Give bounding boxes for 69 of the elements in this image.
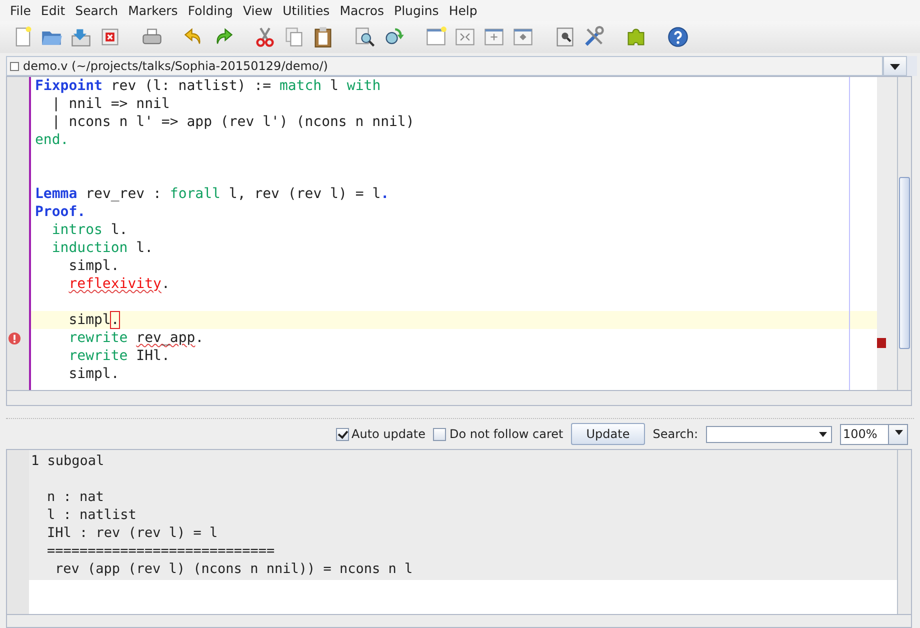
copy-icon[interactable] <box>283 26 305 48</box>
hypothesis-text: IHl : rev (rev l) = l <box>47 525 218 541</box>
menu-item[interactable]: Macros <box>340 3 384 18</box>
caret-text: . <box>110 312 120 328</box>
goal-text: rev (app (rev l) (ncons n nnil)) = ncons n l <box>55 561 413 577</box>
error-icon <box>8 332 20 344</box>
window-icon[interactable] <box>454 26 476 48</box>
code-text: rev (l: natlist) := <box>110 78 272 94</box>
code-text: simpl. <box>68 258 120 274</box>
subgoal-count: 1 subgoal <box>31 453 104 469</box>
tactic-text: with <box>346 78 381 94</box>
menu-item[interactable]: Folding <box>188 3 233 18</box>
tactic-text: forall <box>170 186 220 202</box>
code-text: l. <box>136 240 154 256</box>
tactic-text: intros <box>52 222 102 238</box>
misspelled-text: rev_app <box>136 330 196 346</box>
buffer-dropdown[interactable]: demo.v (~/projects/talks/Sophia-20150129/demo/) <box>6 56 883 76</box>
menu-item[interactable]: Plugins <box>394 3 439 18</box>
tools-icon[interactable] <box>583 26 605 48</box>
menu-item[interactable]: Help <box>448 3 478 18</box>
keyword-text: . <box>380 186 390 202</box>
code-text: | ncons n l' => app (rev l') (ncons n nnil) <box>52 114 414 130</box>
menu-item[interactable]: Edit <box>40 3 66 18</box>
document-search-icon[interactable] <box>554 26 576 48</box>
code-text: | nnil => nnil <box>52 96 170 112</box>
menu-item[interactable]: Markers <box>128 3 178 18</box>
keyword-text: Lemma <box>35 186 78 202</box>
error-text: reflexivity <box>68 276 162 292</box>
code-text: l. <box>110 222 128 238</box>
tactic-text: end. <box>35 132 69 148</box>
tactic-text: match <box>279 78 322 94</box>
hypothesis-text: n : nat <box>47 489 104 505</box>
separator-line: ============================ <box>47 543 275 559</box>
vertical-scrollbar[interactable] <box>897 77 911 390</box>
keyword-text: Fixpoint <box>35 78 102 94</box>
vertical-scrollbar[interactable] <box>897 450 911 614</box>
new-window-icon[interactable] <box>425 26 447 48</box>
zoom-dropdown[interactable]: 100% <box>840 424 908 444</box>
follow-caret-checkbox[interactable]: Do not follow caret <box>433 427 564 441</box>
menu-item[interactable]: View <box>242 3 273 18</box>
window-icon[interactable] <box>483 26 505 48</box>
close-icon[interactable] <box>99 26 121 48</box>
horizontal-scrollbar[interactable] <box>6 614 912 628</box>
code-text: simpl <box>68 312 111 328</box>
code-text: . <box>161 276 170 292</box>
update-button[interactable]: Update <box>571 423 645 445</box>
scissors-icon[interactable] <box>254 26 276 48</box>
clipboard-icon[interactable] <box>312 26 334 48</box>
code-text: l, rev (rev l) = l <box>228 186 381 202</box>
hypothesis-text: l : natlist <box>47 507 136 523</box>
code-text: simpl. <box>68 366 120 382</box>
menu-item[interactable]: File <box>10 3 31 18</box>
menu-item[interactable]: Utilities <box>282 3 330 18</box>
help-icon[interactable] <box>667 26 689 48</box>
tactic-text: rewrite <box>68 348 128 364</box>
auto-update-checkbox[interactable]: Auto update <box>336 427 426 441</box>
search-dropdown[interactable] <box>706 426 832 442</box>
code-text: rev_rev : <box>86 186 162 202</box>
code-text: . <box>195 330 204 346</box>
tactic-text: induction <box>52 240 128 256</box>
keyword-text: Proof. <box>35 204 86 220</box>
puzzle-icon[interactable] <box>625 26 647 48</box>
window-icon[interactable] <box>512 26 534 48</box>
code-text: l <box>330 78 340 94</box>
tactic-text: rewrite <box>68 330 128 346</box>
search-label: Search: <box>652 427 698 441</box>
menu-item[interactable]: Search <box>75 3 118 18</box>
search-icon[interactable] <box>354 26 376 48</box>
code-text: IHl. <box>136 348 170 364</box>
